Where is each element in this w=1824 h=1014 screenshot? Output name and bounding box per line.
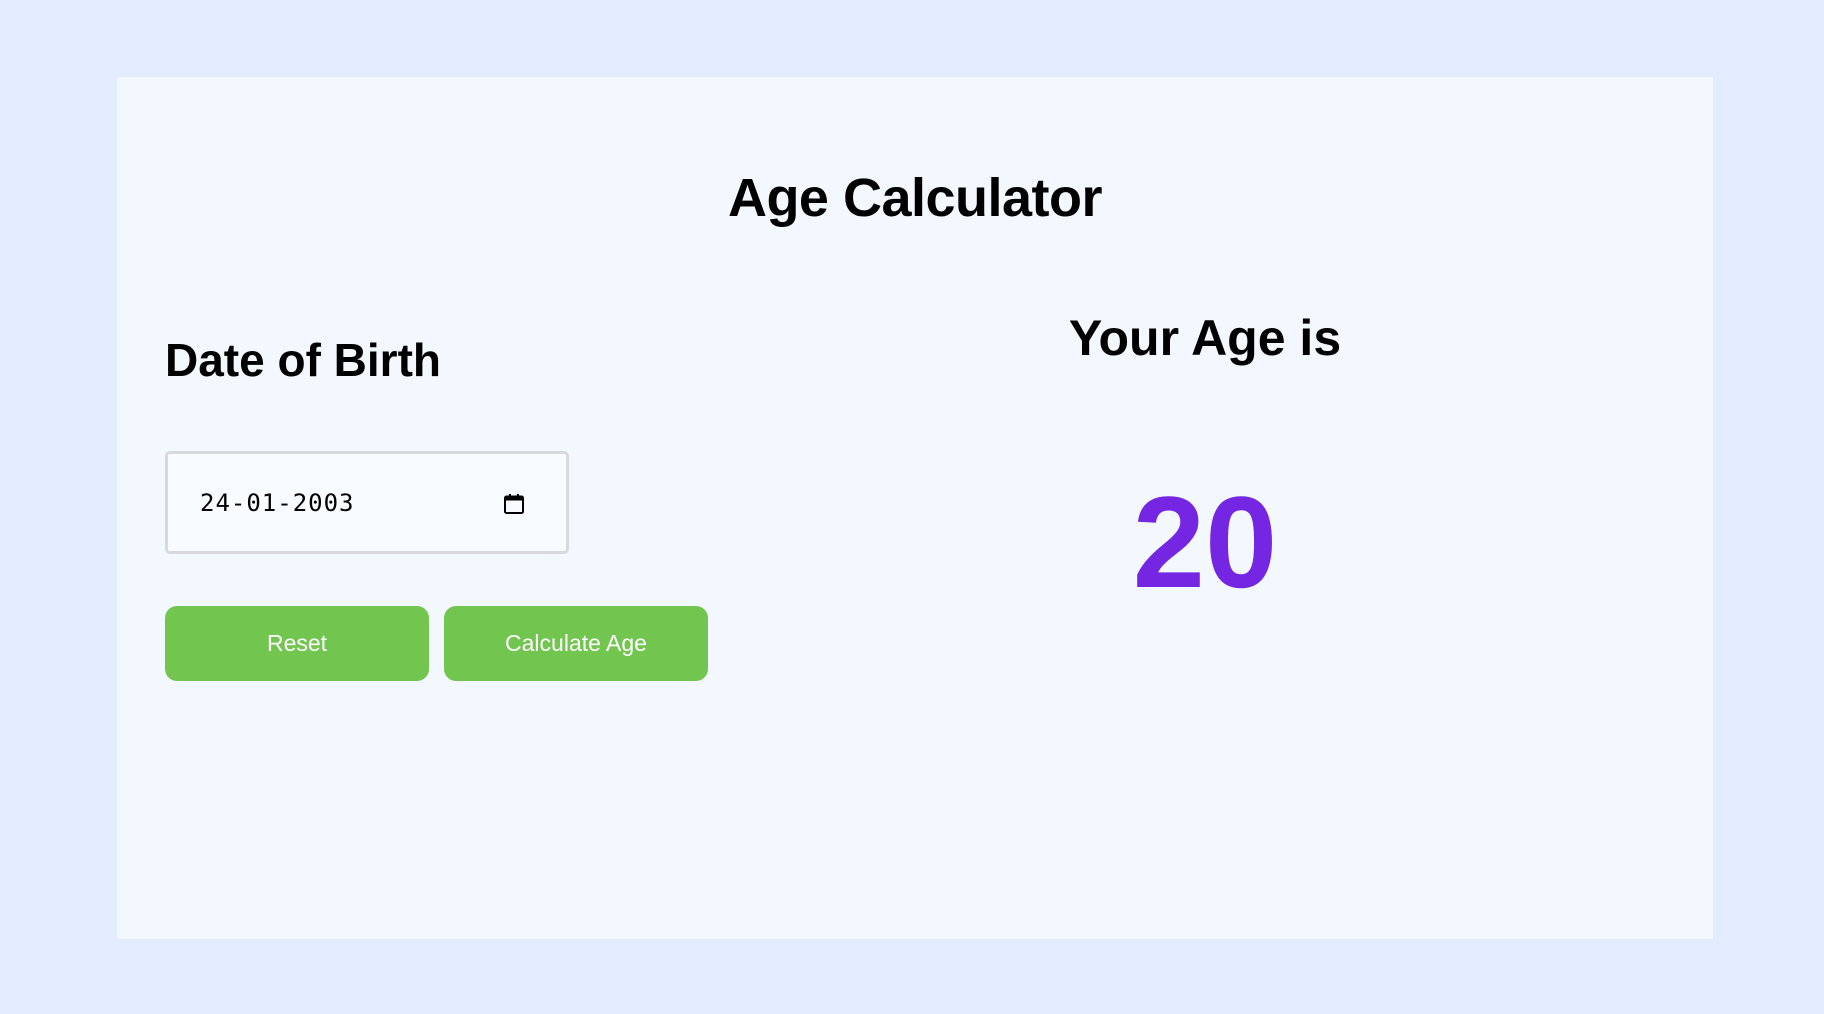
calculate-age-button[interactable]: Calculate Age (444, 606, 708, 681)
age-result-value: 20 (1132, 469, 1278, 615)
calendar-icon[interactable] (502, 492, 526, 516)
age-result-label: Your Age is (1068, 310, 1342, 366)
dob-date-value[interactable]: 24-01-2003 (200, 489, 355, 517)
dob-label: Date of Birth (165, 334, 441, 386)
page-title: Age Calculator (727, 168, 1103, 228)
calculator-card: Age Calculator Date of Birth 24-01-2003 … (117, 77, 1713, 939)
reset-button[interactable]: Reset (165, 606, 429, 681)
dob-date-input[interactable]: 24-01-2003 (165, 451, 569, 554)
